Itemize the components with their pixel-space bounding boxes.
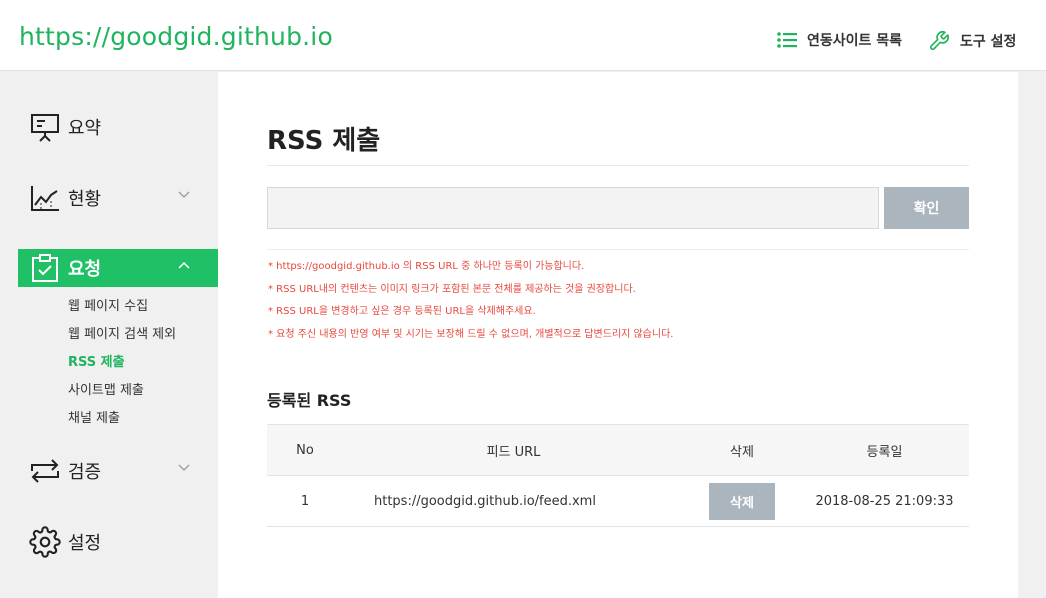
cell-date: 2018-08-25 21:09:33 [800, 475, 969, 527]
notice-item: * RSS URL을 변경하고 싶은 경우 등록된 URL을 삭제해주세요. [268, 306, 536, 317]
repeat-arrows-icon [29, 455, 61, 487]
sidebar-item-request[interactable]: 요청 [18, 249, 218, 287]
divider [267, 165, 969, 166]
column-header-date: 등록일 [800, 424, 969, 476]
chart-line-icon [29, 182, 61, 214]
sidebar-subitem-sitemap-submit[interactable]: 사이트맵 제출 [68, 379, 144, 398]
sidebar-item-label: 요청 [68, 259, 102, 280]
notice-item: * 요청 주신 내용의 반영 여부 및 시기는 보장해 드릴 수 없으며, 개별… [268, 328, 674, 340]
site-title[interactable]: https://goodgid.github.io [19, 22, 333, 51]
delete-button[interactable]: 삭제 [709, 482, 775, 520]
rss-url-input[interactable] [267, 187, 879, 229]
sidebar-item-label: 요약 [68, 118, 102, 139]
top-header: https://goodgid.github.io 연동사이트 목록 도구 설정 [0, 0, 1046, 71]
gear-icon [29, 526, 61, 558]
notice-item: * RSS URL내의 컨텐츠는 이미지 링크가 포함된 본문 전체를 제공하는… [268, 283, 636, 295]
table-header-row: No 피드 URL 삭제 등록일 [267, 424, 969, 476]
notice-item: * https://goodgid.github.io 의 RSS URL 중 … [268, 261, 585, 272]
sidebar-item-summary[interactable]: 요약 [18, 108, 218, 146]
list-icon [777, 32, 797, 48]
chevron-down-icon[interactable] [178, 464, 190, 472]
chevron-up-icon[interactable] [178, 261, 190, 269]
tool-settings-link[interactable]: 도구 설정 [928, 30, 1016, 52]
table-row: 1 https://goodgid.github.io/feed.xml 삭제 … [267, 475, 969, 527]
sidebar-subitem-channel-submit[interactable]: 채널 제출 [68, 407, 120, 426]
sidebar: 요약 현황 요청 웹 페이지 수집 웹 페이지 검색 제외 RSS 제출 사이트… [0, 72, 218, 598]
chevron-down-icon[interactable] [178, 191, 190, 199]
sidebar-subitem-web-page-collect[interactable]: 웹 페이지 수집 [68, 295, 148, 314]
sidebar-item-status[interactable]: 현황 [18, 179, 218, 217]
presentation-icon [29, 111, 61, 143]
notice-list: * https://goodgid.github.io 의 RSS URL 중 … [268, 260, 970, 350]
sidebar-subitem-rss-submit[interactable]: RSS 제출 [68, 351, 125, 370]
linked-sites-link[interactable]: 연동사이트 목록 [777, 30, 902, 50]
sidebar-item-label: 설정 [68, 533, 102, 554]
tool-settings-label: 도구 설정 [960, 34, 1017, 50]
linked-sites-label: 연동사이트 목록 [807, 33, 903, 49]
section-title: 등록된 RSS [267, 391, 352, 410]
cell-no: 1 [267, 475, 343, 527]
clipboard-check-icon [29, 252, 61, 284]
confirm-button[interactable]: 확인 [884, 187, 969, 229]
column-header-delete: 삭제 [684, 424, 800, 476]
column-header-feed-url: 피드 URL [343, 424, 684, 476]
sidebar-item-label: 검증 [68, 462, 102, 483]
main-content: RSS 제출 확인 * https://goodgid.github.io 의 … [218, 72, 1018, 598]
page-title: RSS 제출 [267, 126, 381, 156]
sidebar-item-settings[interactable]: 설정 [18, 523, 218, 561]
wrench-icon [929, 31, 949, 51]
sidebar-subitem-web-page-exclude[interactable]: 웹 페이지 검색 제외 [68, 323, 176, 342]
column-header-no: No [267, 424, 343, 476]
sidebar-item-verify[interactable]: 검증 [18, 452, 218, 490]
divider [267, 249, 969, 250]
sidebar-item-label: 현황 [68, 189, 102, 210]
cell-feed-url: https://goodgid.github.io/feed.xml [343, 475, 684, 527]
scrollbar[interactable] [1018, 72, 1046, 598]
cell-delete: 삭제 [684, 475, 800, 527]
rss-table: No 피드 URL 삭제 등록일 1 https://goodgid.githu… [267, 424, 969, 527]
